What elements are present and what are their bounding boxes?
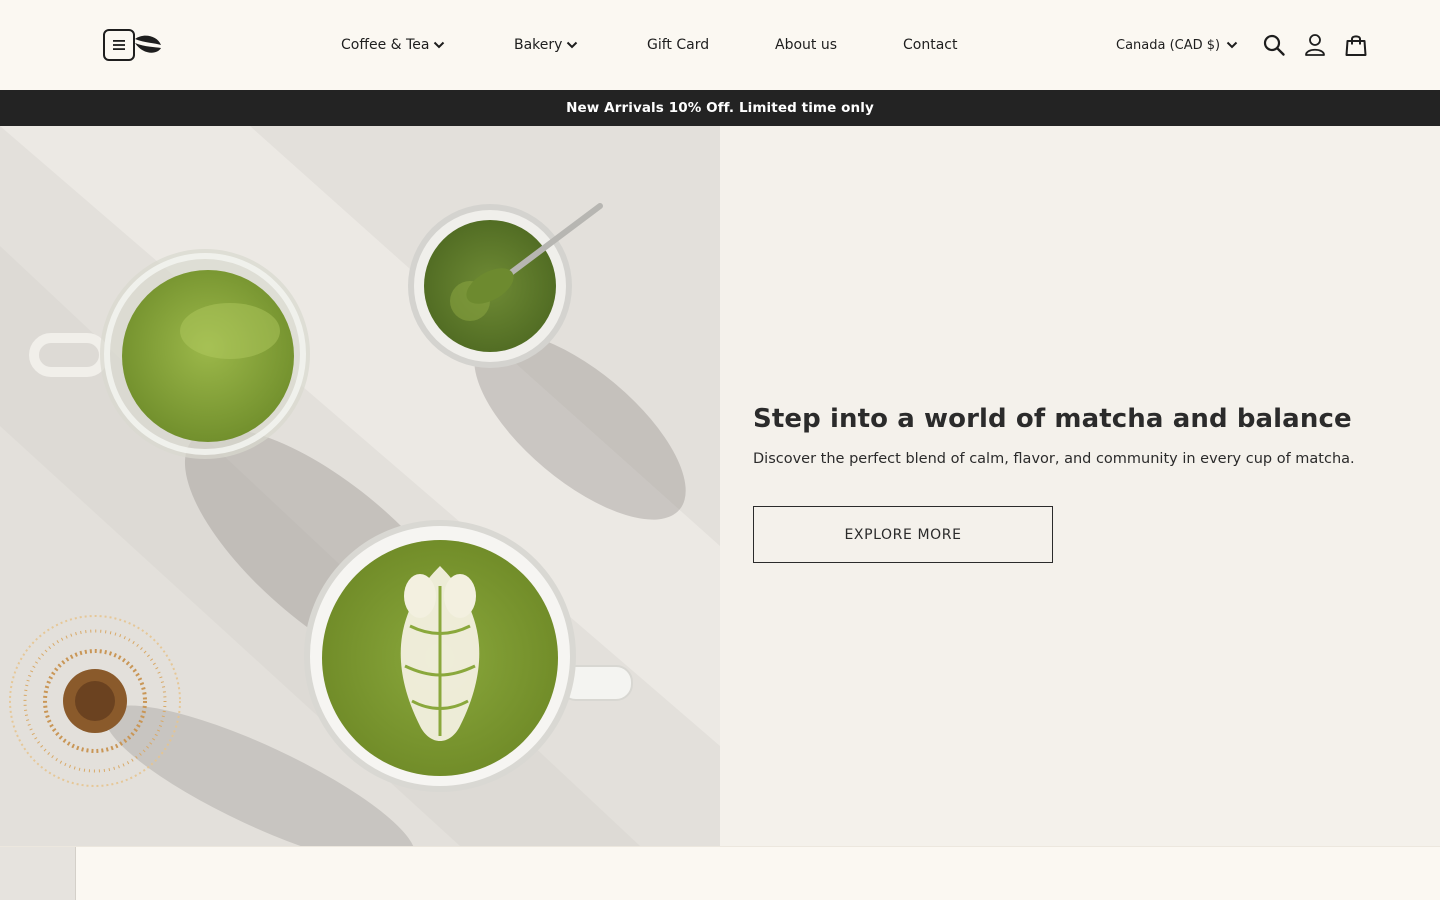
nav-item-about-us[interactable]: About us [775, 33, 837, 57]
site-header: Coffee & Tea Bakery Gift Card About us C… [0, 0, 1440, 90]
currency-selector[interactable]: Canada (CAD $) [1116, 33, 1238, 57]
chevron-down-icon [433, 41, 445, 49]
nav-item-label: Gift Card [647, 37, 710, 53]
hero-content-panel: Step into a world of matcha and balance … [720, 126, 1440, 846]
chevron-down-icon [566, 41, 578, 49]
search-icon[interactable] [1261, 32, 1287, 58]
hero-section: Step into a world of matcha and balance … [0, 126, 1440, 846]
thumbnail-placeholder [0, 847, 76, 900]
explore-more-button[interactable]: EXPLORE MORE [753, 506, 1053, 563]
chevron-down-icon [1226, 38, 1238, 53]
nav-item-contact[interactable]: Contact [903, 33, 957, 57]
nav-item-label: Coffee & Tea [341, 37, 430, 53]
nav-item-label: About us [775, 37, 838, 53]
menu-icon[interactable] [103, 29, 135, 61]
nav-item-bakery[interactable]: Bakery [514, 33, 578, 57]
hero-title: Step into a world of matcha and balance [753, 404, 1352, 434]
currency-label: Canada (CAD $) [1116, 37, 1221, 53]
nav-item-label: Bakery [514, 37, 563, 53]
hero-subtitle: Discover the perfect blend of calm, flav… [753, 451, 1355, 467]
nav-item-label: Contact [903, 37, 958, 53]
cart-icon[interactable] [1343, 32, 1369, 58]
next-section-preview [0, 846, 1440, 900]
announcement-bar: New Arrivals 10% Off. Limited time only [0, 90, 1440, 126]
coffee-bean-icon [135, 35, 161, 53]
nav-item-coffee-tea[interactable]: Coffee & Tea [341, 33, 445, 57]
hero-image [0, 126, 720, 846]
logo[interactable] [103, 29, 163, 61]
account-icon[interactable] [1302, 32, 1328, 58]
announcement-text: New Arrivals 10% Off. Limited time only [566, 100, 874, 116]
nav-item-gift-card[interactable]: Gift Card [647, 33, 709, 57]
